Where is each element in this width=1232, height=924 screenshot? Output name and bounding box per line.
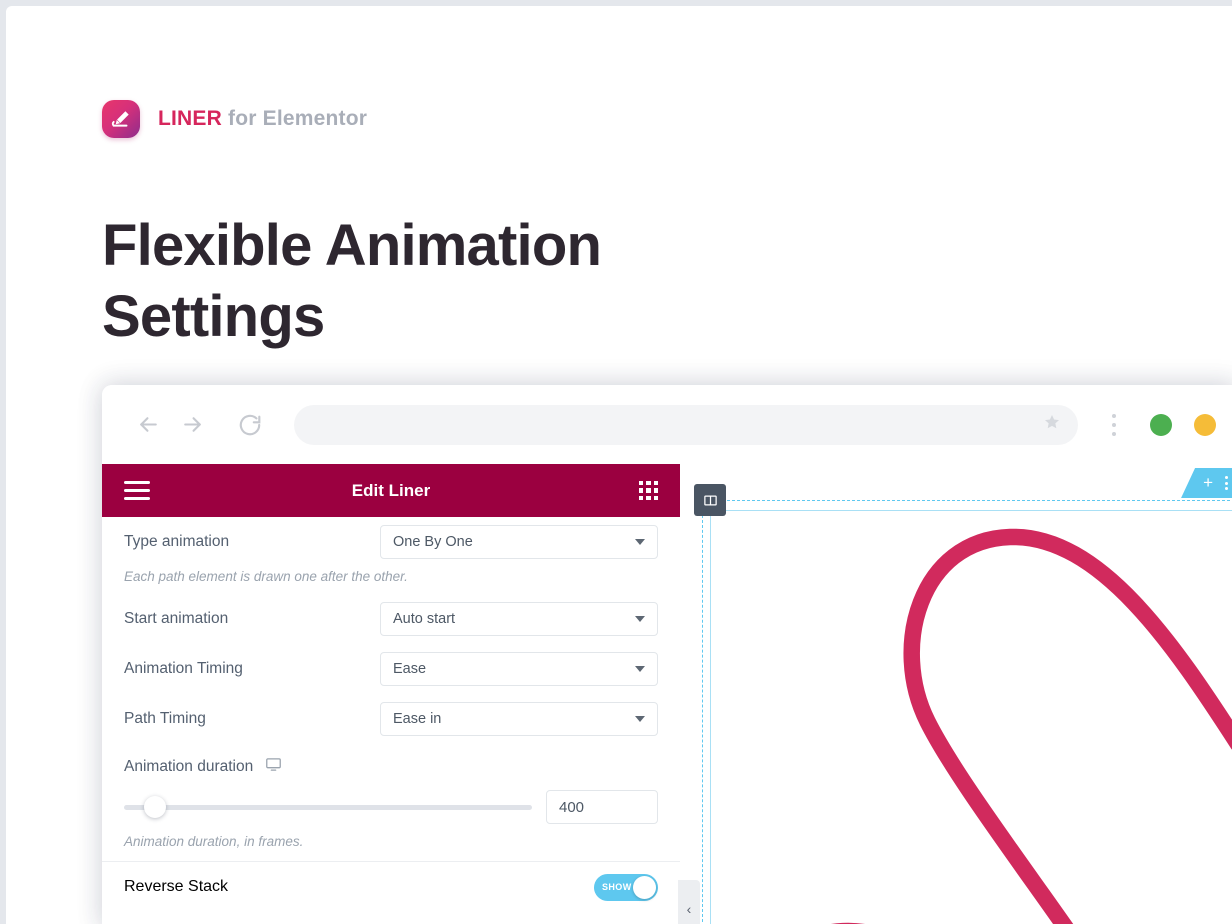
select-value: Ease [393,661,427,677]
chevron-down-icon [635,716,645,722]
path-timing-select[interactable]: Ease in [380,702,658,736]
settings-panel: Edit Liner Type animation One By One Eac… [102,464,700,924]
panel-header: Edit Liner [102,464,680,517]
brand-name-primary: LINER [158,107,222,130]
panel-body: Type animation One By One Each path elem… [102,517,680,912]
chevron-down-icon [635,539,645,545]
arrow-right-icon[interactable] [170,403,214,447]
toggle-label: SHOW [602,882,632,892]
select-value: One By One [393,534,473,550]
page-canvas: LINER for Elementor Flexible Animation S… [6,6,1232,924]
field-start-animation: Start animation Auto start [124,594,658,644]
field-path-timing: Path Timing Ease in [124,694,658,744]
brand-name: LINER for Elementor [158,107,367,131]
field-label: Animation Timing [124,660,243,677]
field-animation-timing: Animation Timing Ease [124,644,658,694]
window-dot-amber[interactable] [1194,413,1216,436]
animation-timing-select[interactable]: Ease [380,652,658,686]
arrow-left-icon[interactable] [126,403,170,447]
field-label: Type animation [124,533,230,550]
address-bar[interactable] [294,404,1078,445]
toggle-knob [633,875,656,899]
duration-slider[interactable] [124,796,532,818]
field-label: Start animation [124,610,229,627]
elementor-editor: Edit Liner Type animation One By One Eac… [102,464,1232,924]
reverse-stack-toggle[interactable]: SHOW [594,873,658,901]
start-animation-select[interactable]: Auto start [380,602,658,636]
duration-input[interactable]: 400 [546,790,658,824]
browser-window: Edit Liner Type animation One By One Eac… [102,385,1232,924]
duration-value: 400 [559,798,585,816]
hamburger-icon[interactable] [124,481,150,500]
kebab-menu-icon[interactable] [1100,413,1128,436]
apps-grid-icon[interactable] [639,481,658,500]
panel-title: Edit Liner [351,480,431,500]
select-value: Auto start [393,611,456,627]
duration-slider-row: 400 [124,790,658,824]
monitor-icon[interactable] [265,756,282,778]
brand-lockup: LINER for Elementor [102,100,367,138]
pen-edit-icon [102,100,140,138]
chevron-down-icon [635,616,645,622]
window-dot-green[interactable] [1150,413,1172,436]
page-title: Flexible Animation Settings [102,212,602,349]
field-label: Reverse Stack [124,878,229,895]
star-icon[interactable] [1042,412,1062,437]
field-label: Path Timing [124,710,206,727]
field-hint: Each path element is drawn one after the… [124,569,408,584]
reload-icon[interactable] [228,403,272,447]
liner-artwork [831,528,1232,924]
brand-name-secondary: for Elementor [222,107,368,130]
field-animation-duration: Animation duration [124,744,658,778]
panel-collapse-button[interactable]: ‹ [678,880,700,924]
field-type-animation: Type animation One By One [124,517,658,567]
add-section-button[interactable]: + [1181,468,1232,498]
field-reverse-stack: Reverse Stack SHOW [124,862,658,912]
dots-icon[interactable] [1225,476,1228,490]
field-label: Animation duration [124,758,254,775]
plus-icon: + [1203,473,1213,492]
type-animation-select[interactable]: One By One [380,525,658,559]
browser-toolbar [102,385,1232,464]
select-value: Ease in [393,711,442,727]
slider-handle[interactable] [143,796,166,818]
chevron-down-icon [635,666,645,672]
duration-hint: Animation duration, in frames. [124,834,304,849]
editor-canvas: + [680,464,1232,924]
